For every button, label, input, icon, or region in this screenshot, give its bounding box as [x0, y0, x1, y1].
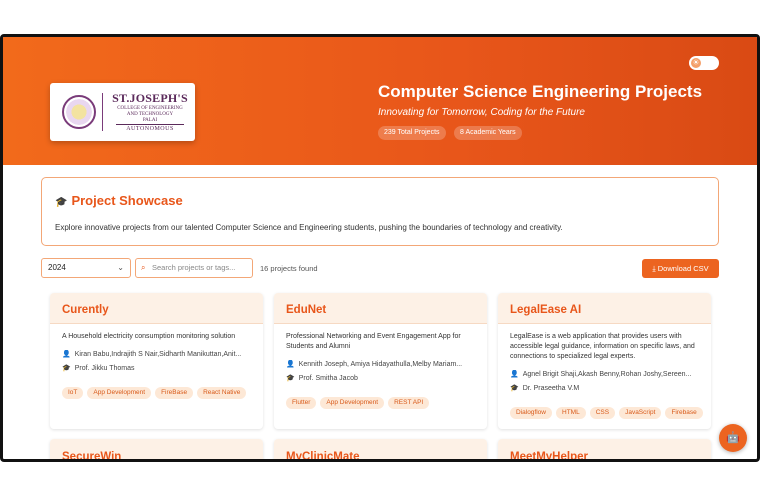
tag[interactable]: React Native — [197, 387, 247, 399]
graduation-cap-icon: 🎓 — [286, 375, 295, 382]
college-logo: ST.JOSEPH'S COLLEGE OF ENGINEERING AND T… — [50, 83, 195, 141]
graduation-cap-icon: 🎓 — [62, 365, 71, 372]
project-description: Professional Networking and Event Engage… — [286, 333, 461, 350]
project-card[interactable]: LegalEase AI LegalEase is a web applicat… — [498, 293, 711, 429]
graduation-cap-icon: 🎓 — [510, 385, 519, 392]
logo-divider — [102, 93, 103, 131]
showcase-heading: 🎓 Project Showcase — [55, 193, 183, 208]
theme-toggle[interactable]: ☀ — [689, 56, 719, 70]
results-count: 16 projects found — [260, 264, 318, 273]
tag[interactable]: HTML — [556, 407, 586, 419]
project-tags: Dialogflow HTML CSS JavaScript Firebase — [498, 401, 711, 419]
robot-icon: 🤖 — [726, 432, 740, 444]
project-title: SecureWin — [50, 439, 263, 459]
stat-academic-years: 8 Academic Years — [454, 126, 522, 140]
logo-autonomous: AUTONOMOUS — [116, 124, 184, 132]
download-csv-button[interactable]: ⤓ Download CSV — [642, 259, 719, 278]
project-title: EduNet — [274, 293, 487, 324]
project-members: 👤 Kiran Babu,Indrajith S Nair,Sidharth Ma… — [62, 351, 242, 358]
page-subtitle: Innovating for Tomorrow, Coding for the … — [378, 107, 585, 118]
year-select[interactable]: 2024 ⌄ — [41, 258, 131, 278]
project-members: 👤 Agnel Brigit Shaji,Akash Benny,Rohan Jo… — [510, 371, 692, 378]
project-description: LegalEase is a web application that prov… — [510, 333, 695, 360]
tag[interactable]: REST API — [388, 397, 430, 409]
logo-name: ST.JOSEPH'S — [112, 91, 188, 105]
showcase-panel: 🎓 Project Showcase Explore innovative pro… — [41, 177, 719, 246]
chatbot-button[interactable]: 🤖 — [719, 424, 747, 452]
project-guide: 🎓 Prof. Jikku Thomas — [62, 365, 135, 372]
user-icon: 👤 — [510, 371, 519, 378]
project-title: LegalEase AI — [498, 293, 711, 324]
logo-subtitle: COLLEGE OF ENGINEERING AND TECHNOLOGY PA… — [117, 106, 183, 123]
project-guide: 🎓 Dr. Praseetha V.M — [510, 385, 580, 392]
project-card[interactable]: EduNet Professional Networking and Event… — [274, 293, 487, 429]
project-guide: 🎓 Prof. Smitha Jacob — [286, 375, 358, 382]
tag[interactable]: CSS — [589, 407, 616, 419]
chevron-down-icon: ⌄ — [117, 263, 124, 272]
project-card[interactable]: SecureWin — [50, 439, 263, 459]
user-icon: 👤 — [286, 361, 295, 368]
tag[interactable]: IoT — [62, 387, 84, 399]
project-card[interactable]: MeetMyHelper — [498, 439, 711, 459]
project-description: A Household electricity consumption moni… — [62, 333, 236, 340]
tag[interactable]: App Development — [320, 397, 385, 409]
tag[interactable]: Flutter — [286, 397, 317, 409]
tag[interactable]: App Development — [87, 387, 152, 399]
project-title: MeetMyHelper — [498, 439, 711, 459]
project-card[interactable]: MyClinicMate — [274, 439, 487, 459]
tag[interactable]: Dialogflow — [510, 407, 552, 419]
project-tags: Flutter App Development REST API — [274, 391, 487, 409]
project-title: Curently — [50, 293, 263, 324]
browser-frame: ☀ ST.JOSEPH'S COLLEGE OF ENGINEERING AND… — [0, 34, 760, 462]
project-title: MyClinicMate — [274, 439, 487, 459]
user-icon: 👤 — [62, 351, 71, 358]
hero-banner: ☀ ST.JOSEPH'S COLLEGE OF ENGINEERING AND… — [3, 37, 757, 165]
search-icon: ⌕ — [141, 263, 146, 272]
college-seal-icon — [62, 95, 96, 129]
search-input[interactable]: ⌕ Search projects or tags... — [135, 258, 253, 278]
tag[interactable]: Firebase — [665, 407, 703, 419]
project-tags: IoT App Development FireBase React Native — [50, 381, 263, 399]
stat-total-projects: 239 Total Projects — [378, 126, 446, 140]
tag[interactable]: FireBase — [155, 387, 194, 399]
sun-icon: ☀ — [691, 58, 701, 68]
tag[interactable]: JavaScript — [619, 407, 662, 419]
project-members: 👤 Kennith Joseph, Amiya Hidayathulla,Melb… — [286, 361, 463, 368]
showcase-description: Explore innovative projects from our tal… — [55, 223, 563, 232]
project-card[interactable]: Curently A Household electricity consump… — [50, 293, 263, 429]
graduation-cap-icon: 🎓 — [55, 197, 68, 208]
page-title: Computer Science Engineering Projects — [378, 82, 703, 101]
